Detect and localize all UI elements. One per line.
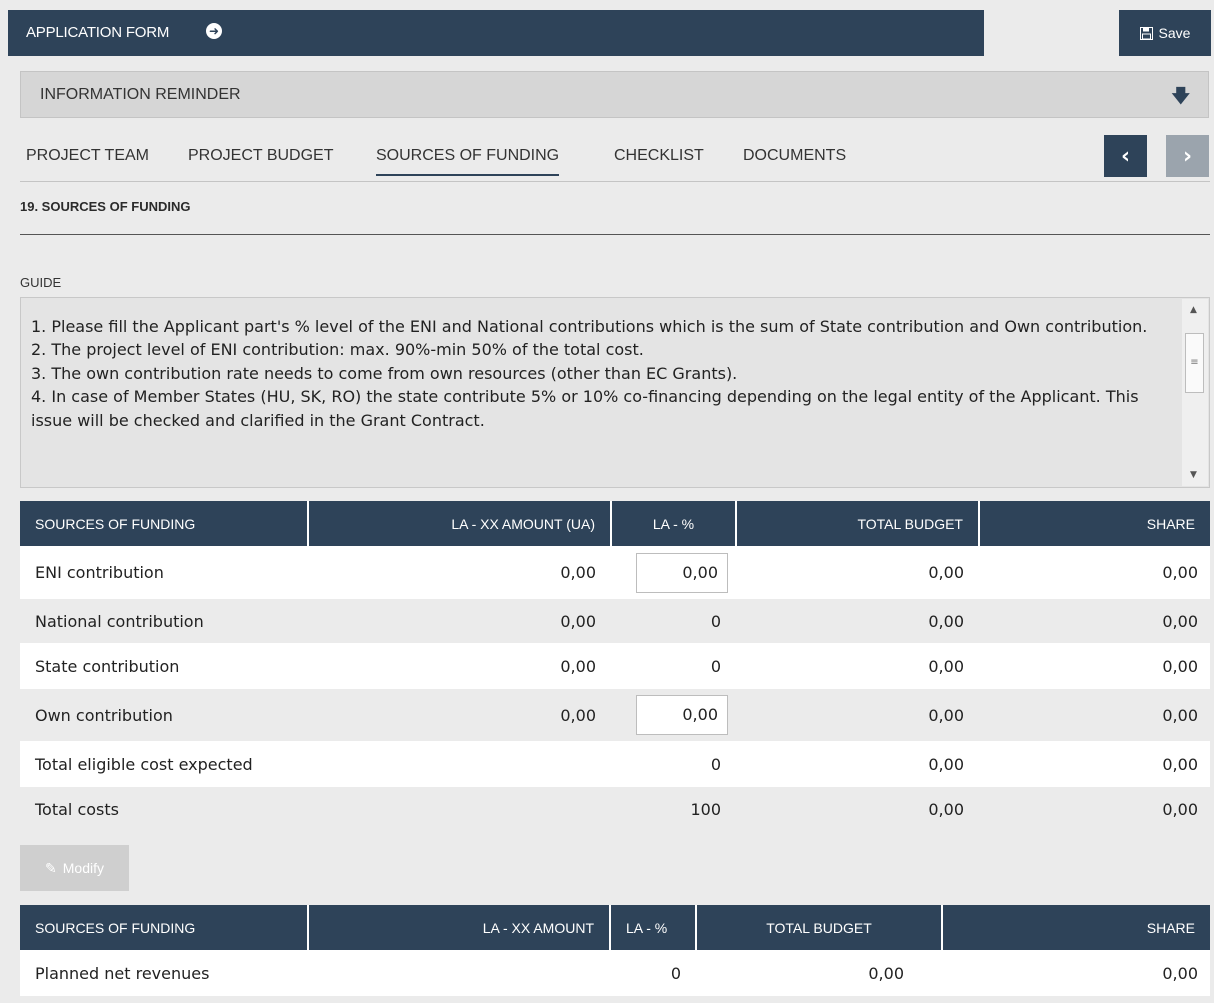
column-header: LA - % (611, 501, 737, 546)
total-budget-cell: 0,00 (736, 599, 979, 643)
chevron-right-icon: › (1182, 143, 1193, 169)
share-cell: 0,00 (942, 950, 1210, 996)
column-header: SHARE (942, 905, 1210, 950)
share-cell: 0,00 (979, 599, 1210, 643)
guide-line: 3. The own contribution rate needs to co… (31, 363, 738, 383)
arrow-right-circle-icon[interactable]: ➜ (206, 23, 222, 39)
modify-label: Modify (62, 860, 104, 876)
guide-line: 1. Please fill the Applicant part's % le… (31, 317, 1148, 336)
column-header: SOURCES OF FUNDING (20, 905, 309, 950)
tab-project-team[interactable]: PROJECT TEAM (26, 147, 149, 165)
pencil-icon: ✎ (45, 859, 57, 876)
scroll-thumb[interactable]: ≡ (1185, 333, 1204, 393)
guide-line: 4. In case of Member States (HU, SK, RO)… (31, 387, 1139, 430)
amount-cell: 0,00 (308, 599, 611, 643)
column-header: LA - XX AMOUNT (308, 905, 611, 950)
tab-checklist[interactable]: CHECKLIST (614, 147, 704, 165)
information-reminder-label: INFORMATION REMINDER (40, 86, 241, 103)
amount-cell (308, 741, 611, 787)
save-label: Save (1158, 25, 1191, 41)
guide-text: 1. Please fill the Applicant part's % le… (31, 315, 1171, 432)
row-label: National contribution (20, 599, 308, 643)
amount-cell (308, 950, 610, 996)
table-row: ENI contribution 0,00 0,00 0,00 0,00 (20, 546, 1210, 599)
previous-tab-button[interactable]: ‹ (1104, 135, 1147, 177)
column-header: TOTAL BUDGET (696, 905, 943, 950)
floppy-disk-icon (1139, 26, 1153, 40)
column-header: SHARE (979, 501, 1210, 546)
sources-of-funding-table: SOURCES OF FUNDING LA - XX AMOUNT (UA) L… (20, 501, 1210, 831)
column-header: LA - XX AMOUNT (UA) (308, 501, 612, 546)
own-percent-input[interactable]: 0,00 (636, 695, 728, 735)
total-budget-cell: 0,00 (736, 787, 979, 831)
amount-cell: 0,00 (308, 643, 611, 689)
column-header: SOURCES OF FUNDING (20, 501, 309, 546)
row-label: State contribution (20, 643, 308, 689)
row-label: Total eligible cost expected (20, 741, 308, 787)
table-row: Planned net revenues 0 0,00 0,00 (20, 950, 1210, 996)
table-row: State contribution 0,00 0 0,00 0,00 (20, 643, 1210, 689)
total-budget-cell: 0,00 (736, 741, 979, 787)
percent-cell: 0 (611, 741, 736, 787)
save-button[interactable]: Save (1119, 10, 1211, 56)
section-divider (20, 234, 1210, 235)
table-row: Total eligible cost expected 0 0,00 0,00 (20, 741, 1210, 787)
arrow-down-icon[interactable]: 🡇 (1171, 84, 1190, 114)
tab-sources-of-funding[interactable]: SOURCES OF FUNDING (376, 147, 560, 176)
page-title: APPLICATION FORM (26, 24, 170, 41)
guide-line: 2. The project level of ENI contribution… (31, 340, 644, 360)
information-reminder-panel[interactable]: INFORMATION REMINDER 🡇 (20, 71, 1209, 118)
column-header: TOTAL BUDGET (736, 501, 980, 546)
percent-cell: 0 (610, 950, 696, 996)
guide-label: GUIDE (20, 275, 62, 290)
table-row: Total costs 100 0,00 0,00 (20, 787, 1210, 831)
row-label: ENI contribution (20, 546, 308, 599)
scroll-down-icon[interactable]: ▼ (1190, 470, 1197, 480)
share-cell: 0,00 (979, 546, 1210, 599)
percent-cell: 0 (611, 599, 736, 643)
next-tab-button[interactable]: › (1166, 135, 1209, 177)
application-form-header: APPLICATION FORM ➜ (8, 10, 984, 56)
amount-cell: 0,00 (308, 689, 611, 741)
guide-textbox[interactable]: 1. Please fill the Applicant part's % le… (20, 297, 1210, 488)
percent-cell: 100 (611, 787, 736, 831)
share-cell: 0,00 (979, 787, 1210, 831)
share-cell: 0,00 (979, 689, 1210, 741)
eni-percent-input[interactable]: 0,00 (636, 552, 728, 593)
total-budget-cell: 0,00 (736, 546, 979, 599)
total-budget-cell: 0,00 (736, 643, 979, 689)
scroll-up-icon[interactable]: ▲ (1190, 305, 1197, 315)
row-label: Planned net revenues (20, 950, 308, 996)
table-row: National contribution 0,00 0 0,00 0,00 (20, 599, 1210, 643)
column-header: LA - % (610, 905, 697, 950)
percent-cell: 0 (611, 643, 736, 689)
row-label: Total costs (20, 787, 308, 831)
total-budget-cell: 0,00 (736, 689, 979, 741)
share-cell: 0,00 (979, 741, 1210, 787)
amount-cell: 0,00 (308, 546, 611, 599)
row-label: Own contribution (20, 689, 308, 741)
section-title: 19. SOURCES OF FUNDING (20, 199, 191, 214)
share-cell: 0,00 (979, 643, 1210, 689)
tab-project-budget[interactable]: PROJECT BUDGET (188, 147, 334, 165)
planned-revenues-table: SOURCES OF FUNDING LA - XX AMOUNT LA - %… (20, 905, 1210, 996)
amount-cell (308, 787, 611, 831)
chevron-left-icon: ‹ (1120, 143, 1131, 169)
modify-button[interactable]: ✎ Modify (20, 845, 129, 891)
tab-documents[interactable]: DOCUMENTS (743, 147, 846, 165)
guide-scrollbar[interactable]: ▲ ≡ ▼ (1182, 299, 1208, 486)
tab-bar: PROJECT TEAM PROJECT BUDGET SOURCES OF F… (20, 141, 1210, 182)
table-row: Own contribution 0,00 0,00 0,00 0,00 (20, 689, 1210, 741)
total-budget-cell: 0,00 (696, 950, 942, 996)
